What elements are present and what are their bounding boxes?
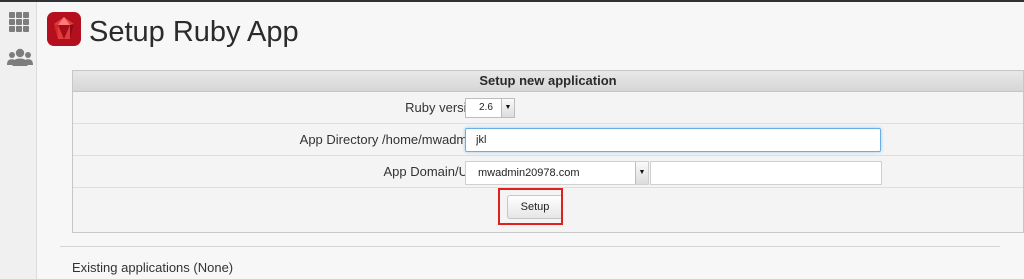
sidebar (0, 2, 37, 279)
app-domain-row: App Domain/URI mwadmin20978.com ▼ (73, 156, 1023, 188)
app-domain-value: mwadmin20978.com (478, 167, 580, 179)
grid-icon[interactable] (7, 10, 31, 34)
chevron-down-icon[interactable]: ▼ (501, 99, 514, 117)
main-content: Setup Ruby App Setup new application Rub… (37, 2, 1024, 279)
ruby-version-select[interactable]: 2.6 ▼ (465, 98, 515, 118)
panel-header: Setup new application (73, 71, 1023, 92)
ruby-version-value: 2.6 (479, 102, 493, 113)
ruby-version-row: Ruby version 2.6 ▼ (73, 92, 1023, 124)
users-icon[interactable] (7, 46, 33, 70)
button-row: Setup (73, 188, 1023, 231)
setup-button[interactable]: Setup (507, 195, 563, 219)
app-domain-select[interactable]: mwadmin20978.com ▼ (465, 161, 649, 185)
app-directory-label: App Directory /home/mwadmin/ (299, 132, 481, 147)
divider (60, 246, 1000, 247)
app-directory-row: App Directory /home/mwadmin/ (73, 124, 1023, 156)
app-directory-input[interactable] (465, 128, 881, 152)
app-uri-input[interactable] (650, 161, 882, 185)
existing-applications-text: Existing applications (None) (72, 260, 234, 275)
chevron-down-icon[interactable]: ▼ (635, 162, 648, 184)
page-title: Setup Ruby App (89, 16, 299, 48)
ruby-gem-icon (46, 11, 82, 47)
setup-form-panel: Setup new application Ruby version 2.6 ▼… (72, 70, 1024, 233)
